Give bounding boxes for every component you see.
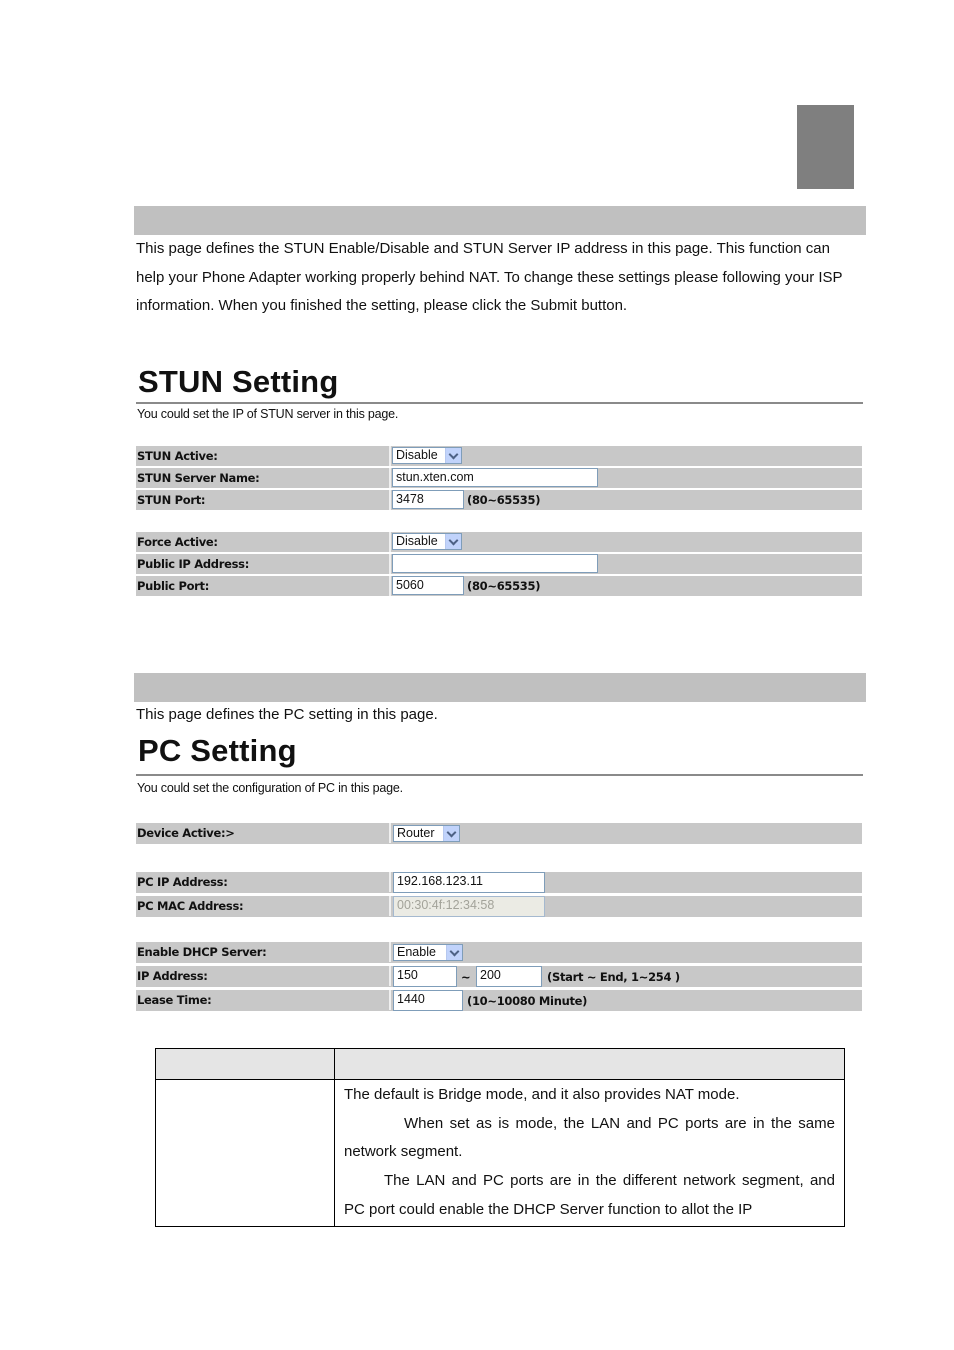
pc-mac-input: 00:30:4f:12:34:58 <box>393 896 545 917</box>
public-ip-input[interactable] <box>392 554 598 573</box>
pc-title-rule <box>136 774 863 776</box>
chevron-down-icon[interactable] <box>446 945 462 960</box>
public-port-input[interactable]: 5060 <box>392 576 464 595</box>
section-header-bar-stun <box>134 206 866 235</box>
force-active-label: Force Active: <box>137 535 218 549</box>
cell-divider <box>389 490 391 510</box>
ip-range-end-input[interactable]: 200 <box>476 966 542 987</box>
row-enable-dhcp: Enable DHCP Server: Enable <box>136 942 862 963</box>
cell-divider <box>389 532 391 552</box>
pc-ip-input[interactable]: 192.168.123.11 <box>393 872 545 893</box>
ip-range-separator: ~ <box>461 970 471 984</box>
public-port-label: Public Port: <box>137 579 210 593</box>
table-cell-field <box>155 1079 335 1227</box>
enable-dhcp-value: Enable <box>397 945 436 959</box>
pc-setting-subtitle: You could set the configuration of PC in… <box>137 781 403 795</box>
pc-intro-paragraph: This page defines the PC setting in this… <box>136 706 438 723</box>
stun-port-input[interactable]: 3478 <box>392 490 464 509</box>
table-header-cell-1 <box>155 1048 335 1080</box>
device-active-select[interactable]: Router <box>393 825 460 842</box>
row-public-port: Public Port: 5060 (80~65535) <box>136 576 862 596</box>
row-ip-range: IP Address: 150 ~ 200 (Start ~ End, 1~25… <box>136 966 862 987</box>
row-device-active: Device Active:> Router <box>136 823 862 844</box>
row-pc-mac: PC MAC Address: 00:30:4f:12:34:58 <box>136 896 862 917</box>
cell-divider <box>389 896 391 916</box>
row-lease-time: Lease Time: 1440 (10~10080 Minute) <box>136 990 862 1011</box>
row-stun-port: STUN Port: 3478 (80~65535) <box>136 490 862 510</box>
pc-ip-label: PC IP Address: <box>137 875 228 889</box>
section-header-bar-pc <box>134 673 866 702</box>
cell-divider <box>389 468 391 488</box>
row-stun-server-name: STUN Server Name: stun.xten.com <box>136 468 862 488</box>
table-header-cell-2 <box>334 1048 845 1080</box>
lease-time-label: Lease Time: <box>137 993 212 1007</box>
stun-port-range-hint: (80~65535) <box>467 493 541 507</box>
chevron-down-icon[interactable] <box>445 448 461 463</box>
pc-setting-title: PC Setting <box>138 733 297 768</box>
description-table: The default is Bridge mode, and it also … <box>155 1048 845 1227</box>
cell-divider <box>389 554 391 574</box>
description-line-nat: The LAN and PC ports are in the differen… <box>344 1172 835 1218</box>
cell-divider <box>389 823 391 843</box>
chapter-tab-marker <box>797 105 854 189</box>
stun-intro-paragraph: This page defines the STUN Enable/Disabl… <box>136 240 843 314</box>
row-force-active: Force Active: Disable <box>136 532 862 552</box>
device-active-label: Device Active:> <box>137 826 235 840</box>
stun-active-select[interactable]: Disable <box>392 447 462 464</box>
cell-divider <box>389 872 391 892</box>
table-header-row <box>155 1048 845 1080</box>
device-active-value: Router <box>397 826 435 840</box>
stun-setting-subtitle: You could set the IP of STUN server in t… <box>137 407 399 421</box>
cell-divider <box>389 966 391 986</box>
stun-server-name-label: STUN Server Name: <box>137 471 260 485</box>
chevron-down-icon[interactable] <box>445 534 461 549</box>
ip-range-start-input[interactable]: 150 <box>393 966 457 987</box>
force-active-select[interactable]: Disable <box>392 533 462 550</box>
cell-divider <box>389 990 391 1010</box>
stun-setting-title: STUN Setting <box>138 364 339 399</box>
cell-divider <box>389 942 391 962</box>
chevron-down-icon[interactable] <box>443 826 459 841</box>
row-public-ip: Public IP Address: <box>136 554 862 574</box>
stun-active-label: STUN Active: <box>137 449 218 463</box>
ip-range-label: IP Address: <box>137 969 208 983</box>
lease-time-input[interactable]: 1440 <box>393 990 463 1011</box>
table-cell-description: The default is Bridge mode, and it also … <box>334 1079 845 1227</box>
public-port-range-hint: (80~65535) <box>467 579 541 593</box>
row-pc-ip: PC IP Address: 192.168.123.11 <box>136 872 862 893</box>
stun-title-rule <box>136 402 863 404</box>
ip-range-hint: (Start ~ End, 1~254 ) <box>547 970 680 984</box>
description-line-bridge: When set as is mode, the LAN and PC port… <box>344 1114 835 1161</box>
public-ip-label: Public IP Address: <box>137 557 249 571</box>
stun-server-name-input[interactable]: stun.xten.com <box>392 468 598 487</box>
cell-divider <box>389 576 391 596</box>
lease-time-hint: (10~10080 Minute) <box>467 994 588 1008</box>
enable-dhcp-select[interactable]: Enable <box>393 944 463 961</box>
cell-divider <box>389 446 391 466</box>
stun-port-label: STUN Port: <box>137 493 206 507</box>
description-line-default: The default is Bridge mode, and it also … <box>344 1086 740 1103</box>
table-row: The default is Bridge mode, and it also … <box>155 1079 845 1227</box>
enable-dhcp-label: Enable DHCP Server: <box>137 945 267 959</box>
row-stun-active: STUN Active: Disable <box>136 446 862 466</box>
force-active-value: Disable <box>396 534 438 548</box>
stun-active-value: Disable <box>396 448 438 462</box>
pc-mac-label: PC MAC Address: <box>137 899 244 913</box>
